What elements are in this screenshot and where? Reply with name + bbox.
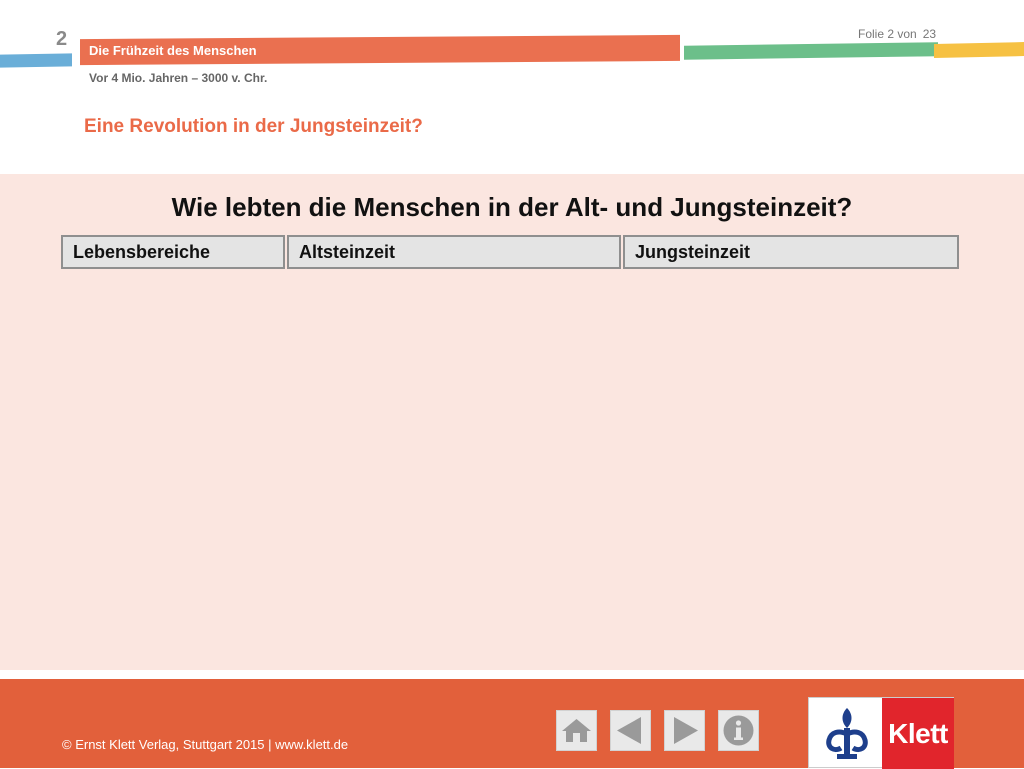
table-header-lebensbereiche: Lebensbereiche bbox=[61, 235, 285, 269]
klett-emblem-icon bbox=[826, 708, 868, 759]
table-header-jungsteinzeit: Jungsteinzeit bbox=[623, 235, 959, 269]
main-question: Wie lebten die Menschen in der Alt- und … bbox=[171, 192, 853, 222]
klett-logo-wordmark: Klett bbox=[882, 698, 954, 769]
slide-content: Wie lebten die Menschen in der Alt- und … bbox=[0, 174, 1024, 670]
comparison-table: Lebensbereiche Altsteinzeit Jungsteinzei… bbox=[61, 235, 959, 269]
arrow-left-icon bbox=[617, 717, 641, 744]
next-slide-button[interactable] bbox=[664, 710, 705, 751]
table-header-altsteinzeit: Altsteinzeit bbox=[287, 235, 621, 269]
divider bbox=[0, 670, 1024, 679]
section-title: Eine Revolution in der Jungsteinzeit? bbox=[84, 116, 423, 137]
period-subtitle: Vor 4 Mio. Jahren – 3000 v. Chr. bbox=[89, 71, 268, 85]
slide-total: 23 bbox=[922, 27, 937, 41]
slide-counter: Folie 2 von 23 bbox=[858, 27, 936, 41]
arrow-right-icon bbox=[674, 717, 698, 744]
slide-counter-label: Folie 2 von bbox=[858, 27, 917, 41]
decor-stripe-blue bbox=[0, 53, 72, 68]
home-button[interactable] bbox=[556, 710, 597, 751]
slide-footer: © Ernst Klett Verlag, Stuttgart 2015 | w… bbox=[0, 679, 1024, 769]
info-icon bbox=[723, 715, 754, 746]
klett-logo-text: Klett bbox=[888, 718, 948, 749]
klett-logo: Klett bbox=[808, 697, 954, 769]
decor-stripe-green bbox=[684, 42, 938, 60]
copyright-text: © Ernst Klett Verlag, Stuttgart 2015 | w… bbox=[62, 737, 349, 752]
info-button[interactable] bbox=[718, 710, 759, 751]
previous-slide-button[interactable] bbox=[610, 710, 651, 751]
slide-header: 2 Die Frühzeit des Menschen Vor 4 Mio. J… bbox=[0, 0, 1024, 174]
chapter-title: Die Frühzeit des Menschen bbox=[89, 43, 257, 58]
home-icon bbox=[562, 719, 591, 742]
decor-stripe-yellow bbox=[934, 42, 1024, 58]
chapter-number: 2 bbox=[56, 28, 68, 50]
